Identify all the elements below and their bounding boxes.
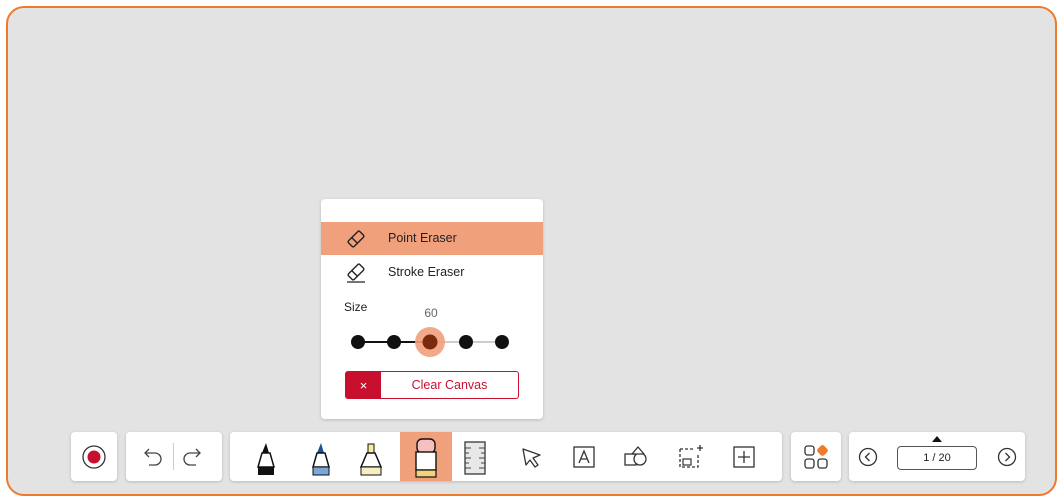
point-eraser-label: Point Eraser (388, 231, 457, 245)
eraser-tool-button[interactable] (400, 432, 452, 481)
stroke-eraser-label: Stroke Eraser (388, 265, 465, 279)
size-label: Size (344, 300, 368, 314)
page-list-caret-icon[interactable] (931, 435, 943, 443)
apps-icon[interactable] (803, 444, 829, 470)
record-group (71, 432, 117, 481)
history-group (126, 432, 222, 481)
eraser-icon (415, 438, 437, 478)
redo-icon[interactable] (180, 446, 204, 468)
clear-canvas-label: Clear Canvas (411, 378, 488, 392)
ruler-icon[interactable] (462, 440, 488, 476)
add-image-icon[interactable] (677, 443, 705, 471)
size-step-4[interactable] (459, 335, 473, 349)
shapes-icon[interactable] (623, 445, 649, 469)
pen-blue-icon[interactable] (309, 441, 333, 477)
point-eraser-icon (347, 230, 365, 248)
record-icon[interactable] (81, 444, 107, 470)
drawing-tools-group (230, 432, 782, 481)
pen-black-icon[interactable] (254, 441, 278, 477)
page-indicator-text: 1 / 20 (923, 452, 951, 464)
highlighter-icon[interactable] (357, 441, 385, 477)
text-tool-icon[interactable] (572, 445, 596, 469)
apps-group (791, 432, 841, 481)
size-step-1[interactable] (351, 335, 365, 349)
stroke-eraser-icon (347, 263, 365, 283)
clear-canvas-button[interactable]: × Clear Canvas (345, 371, 519, 399)
eraser-options-popup: Point Eraser Stroke Eraser Size 60 × Cle… (321, 199, 543, 419)
next-page-icon[interactable] (997, 447, 1017, 467)
prev-page-icon[interactable] (858, 447, 878, 467)
add-element-icon[interactable] (732, 445, 756, 469)
size-step-3[interactable] (422, 334, 438, 350)
pagination-group: 1 / 20 (849, 432, 1025, 481)
divider (173, 443, 174, 470)
size-slider[interactable] (346, 326, 516, 358)
size-value: 60 (424, 306, 438, 320)
size-step-5[interactable] (495, 335, 509, 349)
undo-icon[interactable] (141, 446, 165, 468)
size-step-2[interactable] (387, 335, 401, 349)
page-indicator[interactable]: 1 / 20 (897, 446, 977, 470)
stroke-eraser-option[interactable]: Stroke Eraser (321, 256, 543, 289)
select-arrow-icon[interactable] (520, 446, 544, 470)
point-eraser-option[interactable]: Point Eraser (321, 222, 543, 255)
clear-icon: × (346, 372, 381, 398)
